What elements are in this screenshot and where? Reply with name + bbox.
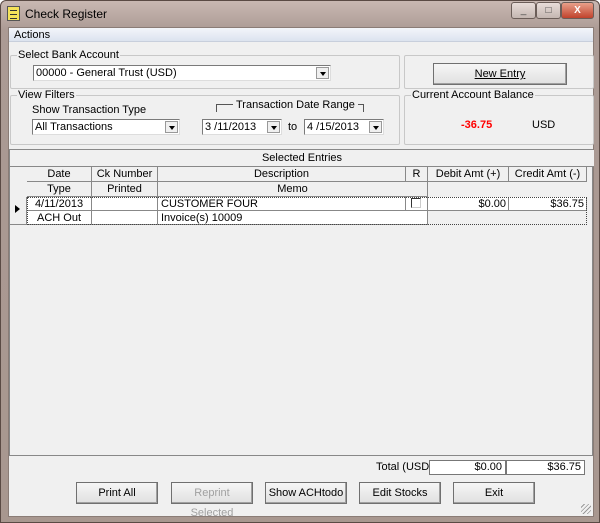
header-credit[interactable]: Credit Amt (-): [509, 167, 587, 182]
menu-actions[interactable]: Actions: [14, 29, 50, 41]
header-memo[interactable]: Memo: [158, 182, 428, 197]
cell-debit[interactable]: $0.00: [428, 197, 509, 211]
chevron-down-icon[interactable]: [316, 67, 329, 79]
close-button[interactable]: X: [561, 2, 594, 19]
header-ck-number[interactable]: Ck Number: [92, 167, 158, 182]
cell-ck-number[interactable]: [92, 197, 158, 211]
window: Check Register _ □ X Actions Select Bank…: [0, 0, 600, 523]
new-entry-button[interactable]: New Entry: [433, 63, 567, 85]
cell-type[interactable]: ACH Out: [27, 211, 92, 225]
minimize-button[interactable]: _: [511, 2, 536, 19]
to-label: to: [288, 121, 298, 133]
title-bar[interactable]: Check Register _ □ X: [1, 1, 599, 26]
transaction-type-label: Show Transaction Type: [32, 104, 147, 116]
current-row-icon: [15, 205, 20, 213]
cell-printed[interactable]: [92, 211, 158, 225]
balance-group: Current Account Balance -36.75 USD: [404, 89, 594, 145]
edit-stocks-button[interactable]: Edit Stocks: [359, 482, 441, 504]
date-range-label: Transaction Date Range: [233, 99, 358, 111]
cell-credit[interactable]: $36.75: [509, 197, 587, 211]
cell-reconciled[interactable]: [406, 197, 428, 211]
app-icon: [7, 6, 20, 21]
header-description[interactable]: Description: [158, 167, 406, 182]
bank-account-label: Select Bank Account: [17, 49, 120, 61]
bank-account-group: Select Bank Account 00000 - General Trus…: [10, 49, 400, 89]
header-debit[interactable]: Debit Amt (+): [428, 167, 509, 182]
bank-account-select[interactable]: 00000 - General Trust (USD): [33, 65, 331, 81]
header-date[interactable]: Date: [27, 167, 92, 182]
balance-value: -36.75: [461, 119, 493, 131]
cell-memo[interactable]: Invoice(s) 10009: [158, 211, 428, 225]
header-type[interactable]: Type: [27, 182, 92, 197]
balance-label: Current Account Balance: [411, 89, 535, 101]
cell-date[interactable]: 4/11/2013: [27, 197, 92, 211]
chevron-down-icon[interactable]: [267, 121, 280, 133]
view-filters-group: View Filters Show Transaction Type All T…: [10, 89, 400, 145]
chevron-down-icon[interactable]: [369, 121, 382, 133]
exit-button[interactable]: Exit: [453, 482, 535, 504]
header-reconciled[interactable]: R: [406, 167, 428, 182]
transaction-type-select[interactable]: All Transactions: [32, 119, 180, 135]
window-title: Check Register: [25, 7, 108, 21]
date-from-picker[interactable]: 3 /11/2013: [202, 119, 282, 135]
reconciled-checkbox[interactable]: [411, 198, 421, 208]
chevron-down-icon[interactable]: [165, 121, 178, 133]
date-to-picker[interactable]: 4 /15/2013: [304, 119, 384, 135]
print-all-button[interactable]: Print All: [76, 482, 158, 504]
header-printed[interactable]: Printed: [92, 182, 158, 197]
new-entry-group: New Entry: [404, 55, 594, 89]
date-to-value: 4 /15/2013: [307, 121, 359, 133]
cell-description[interactable]: CUSTOMER FOUR: [158, 197, 406, 211]
grid-title: Selected Entries: [10, 150, 594, 167]
resize-grip[interactable]: [581, 504, 591, 514]
reprint-selected-button[interactable]: Reprint Selected: [171, 482, 253, 519]
total-credit: $36.75: [506, 460, 585, 475]
row-selector[interactable]: [10, 197, 27, 225]
transaction-type-value: All Transactions: [35, 121, 113, 133]
date-from-value: 3 /11/2013: [205, 121, 257, 133]
show-achtodo-button[interactable]: Show ACHtodo: [265, 482, 347, 504]
new-entry-label: New Entry: [474, 68, 526, 80]
client-area: Actions Select Bank Account 00000 - Gene…: [8, 27, 594, 519]
maximize-button[interactable]: □: [536, 2, 561, 19]
total-label: Total (USD): [376, 461, 433, 473]
balance-currency: USD: [532, 119, 556, 131]
view-filters-label: View Filters: [17, 89, 76, 101]
bank-account-value: 00000 - General Trust (USD): [36, 67, 177, 79]
entries-grid: Selected Entries Date Ck Number Descript…: [9, 149, 594, 456]
menu-bar: Actions: [9, 28, 593, 42]
total-debit: $0.00: [429, 460, 506, 475]
